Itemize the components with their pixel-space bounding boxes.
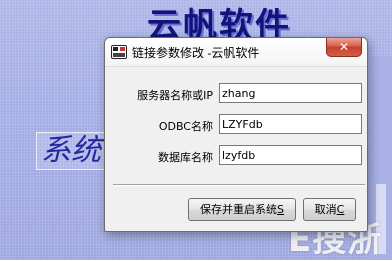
database-name-input[interactable]: lzyfdb <box>219 145 362 165</box>
dialog-titlebar[interactable]: 链接参数修改 -云帆软件 ✕ <box>105 38 367 67</box>
dialog-title: 链接参数修改 -云帆软件 <box>132 46 260 60</box>
cancel-accel: C <box>336 203 345 216</box>
dialog-separator <box>113 184 365 186</box>
app-icon <box>111 45 127 59</box>
background-side-text: 系统 <box>41 133 101 168</box>
background-side-panel: 系统 <box>36 132 108 170</box>
save-restart-accel: S <box>277 203 284 216</box>
cancel-button[interactable]: 取消C <box>303 198 356 221</box>
save-restart-button[interactable]: 保存并重启系统S <box>188 198 296 221</box>
save-restart-label: 保存并重启系统 <box>200 203 277 216</box>
connection-params-dialog: 链接参数修改 -云帆软件 ✕ 服务器名称或IP zhang ODBC名称 LZY… <box>104 37 368 232</box>
close-button[interactable]: ✕ <box>326 38 362 57</box>
database-name-label: 数据库名称 <box>158 151 213 164</box>
odbc-name-label: ODBC名称 <box>158 120 213 133</box>
odbc-name-input[interactable]: LZYFdb <box>219 114 362 134</box>
close-icon: ✕ <box>338 40 350 54</box>
cancel-label: 取消 <box>314 203 337 216</box>
dialog-content: 服务器名称或IP zhang ODBC名称 LZYFdb 数据库名称 lzyfd… <box>113 72 365 221</box>
server-name-input[interactable]: zhang <box>219 83 362 103</box>
server-name-label: 服务器名称或IP <box>137 89 213 102</box>
